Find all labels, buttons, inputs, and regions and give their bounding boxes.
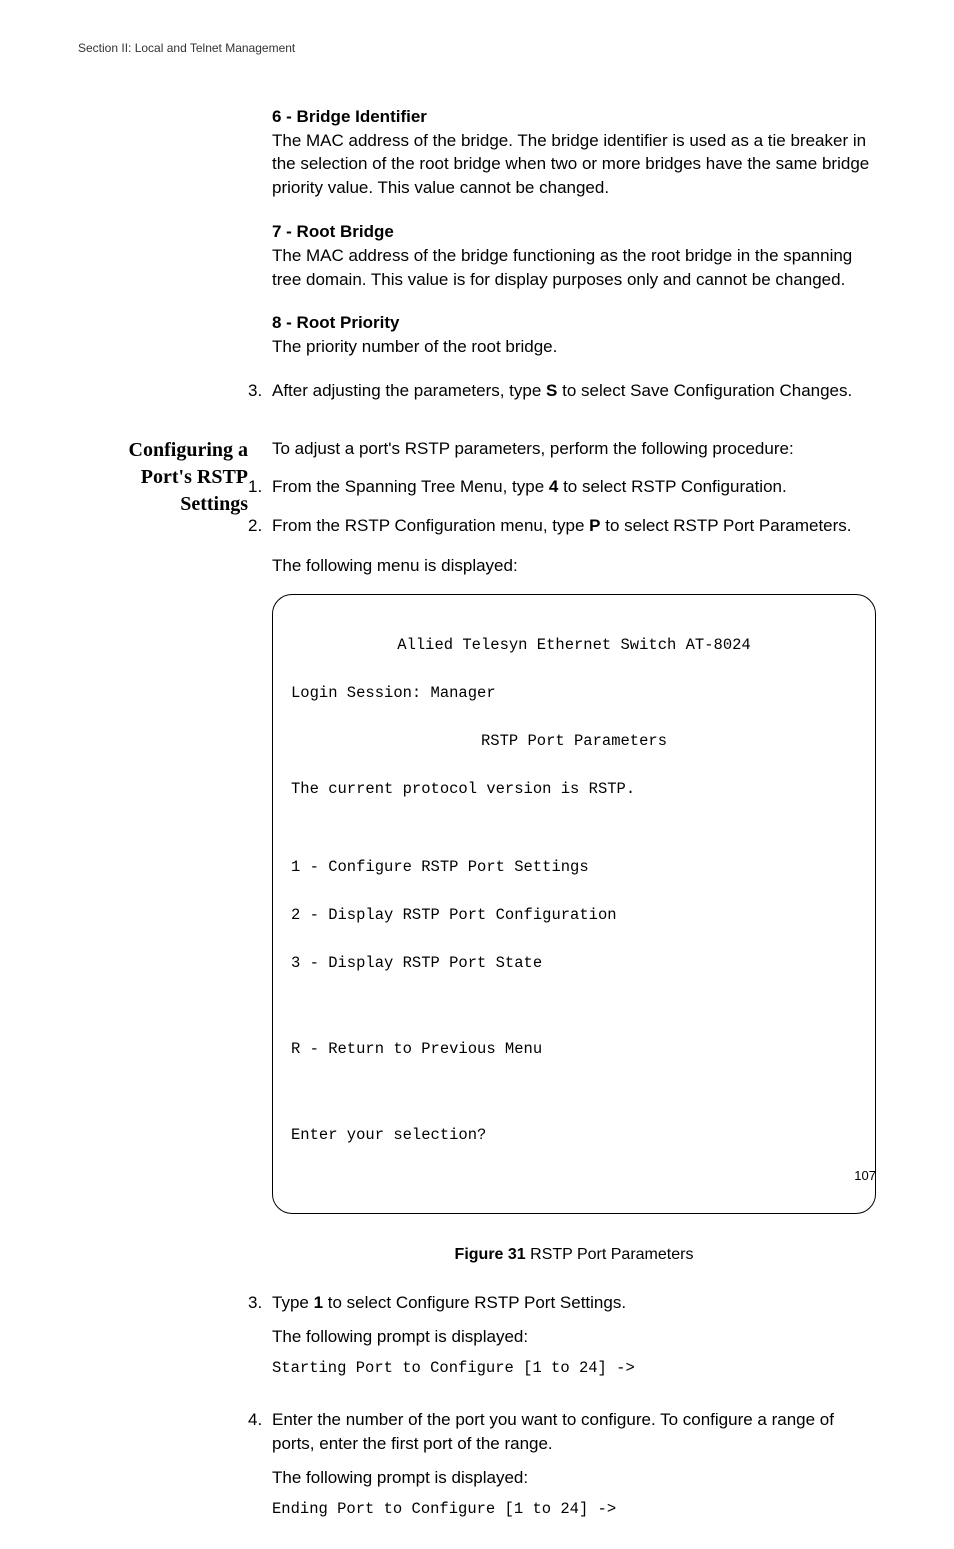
follow-prompt-text-2: The following prompt is displayed: [272, 1466, 876, 1490]
terminal-prompt: Enter your selection? [291, 1123, 857, 1147]
terminal-title: Allied Telesyn Ethernet Switch AT-8024 [291, 633, 857, 657]
terminal-opt-3: 3 - Display RSTP Port State [291, 951, 857, 975]
step-number: 2. [248, 514, 272, 538]
figure-caption: Figure 31 RSTP Port Parameters [272, 1244, 876, 1266]
terminal-protocol: The current protocol version is RSTP. [291, 777, 857, 801]
section-heading-line1: Configuring a [129, 439, 248, 461]
def-6-title: 6 - Bridge Identifier [272, 105, 876, 129]
terminal-opt-1: 1 - Configure RSTP Port Settings [291, 855, 857, 879]
terminal-login: Login Session: Manager [291, 681, 857, 705]
section-heading-line2: Port's RSTP [141, 466, 248, 488]
step-save-config: 3. After adjusting the parameters, type … [248, 379, 876, 403]
step-3: 3. Type 1 to select Configure RSTP Port … [248, 1291, 876, 1392]
step-number: 4. [248, 1408, 272, 1533]
step-number: 1. [248, 475, 272, 499]
section-heading: Configuring a Port's RSTP Settings [78, 437, 248, 518]
left-margin-spacer [78, 105, 248, 419]
figure-text: RSTP Port Parameters [526, 1246, 694, 1263]
running-header: Section II: Local and Telnet Management [78, 40, 876, 57]
key-s: S [546, 381, 557, 400]
step-1: 1. From the Spanning Tree Menu, type 4 t… [248, 475, 876, 499]
terminal-menu: Allied Telesyn Ethernet Switch AT-8024 L… [272, 594, 876, 1214]
follow-prompt-text: The following prompt is displayed: [272, 1325, 876, 1349]
def-8-body: The priority number of the root bridge. [272, 335, 876, 359]
key-p: P [589, 516, 600, 535]
terminal-opt-2: 2 - Display RSTP Port Configuration [291, 903, 857, 927]
figure-label: Figure 31 [455, 1246, 526, 1263]
def-8-title: 8 - Root Priority [272, 311, 876, 335]
prompt-ending-port: Ending Port to Configure [1 to 24] -> [272, 1499, 876, 1521]
prompt-starting-port: Starting Port to Configure [1 to 24] -> [272, 1358, 876, 1380]
section-heading-line3: Settings [180, 493, 248, 515]
follow-menu-text: The following menu is displayed: [272, 554, 876, 578]
step-text-post: to select Save Configuration Changes. [557, 381, 852, 400]
terminal-subtitle: RSTP Port Parameters [291, 729, 857, 753]
step-text-post: to select RSTP Port Parameters. [601, 516, 852, 535]
step-number: 3. [248, 1291, 272, 1392]
def-7-title: 7 - Root Bridge [272, 220, 876, 244]
step-number: 3. [248, 379, 272, 403]
step-text-post: to select RSTP Configuration. [558, 477, 786, 496]
step-text-pre: From the RSTP Configuration menu, type [272, 516, 589, 535]
def-7-body: The MAC address of the bridge functionin… [272, 244, 876, 292]
step-text-pre: Type [272, 1293, 314, 1312]
section-intro: To adjust a port's RSTP parameters, perf… [272, 437, 876, 461]
page-number: 107 [854, 1167, 876, 1185]
step-4: 4. Enter the number of the port you want… [248, 1408, 876, 1533]
step-text-pre: From the Spanning Tree Menu, type [272, 477, 549, 496]
step-2: 2. From the RSTP Configuration menu, typ… [248, 514, 876, 538]
terminal-opt-r: R - Return to Previous Menu [291, 1037, 857, 1061]
key-1: 1 [314, 1293, 323, 1312]
step-text-post: to select Configure RSTP Port Settings. [323, 1293, 626, 1312]
step-4-text: Enter the number of the port you want to… [272, 1408, 876, 1456]
key-4: 4 [549, 477, 558, 496]
def-6-body: The MAC address of the bridge. The bridg… [272, 129, 876, 200]
step-text-pre: After adjusting the parameters, type [272, 381, 546, 400]
